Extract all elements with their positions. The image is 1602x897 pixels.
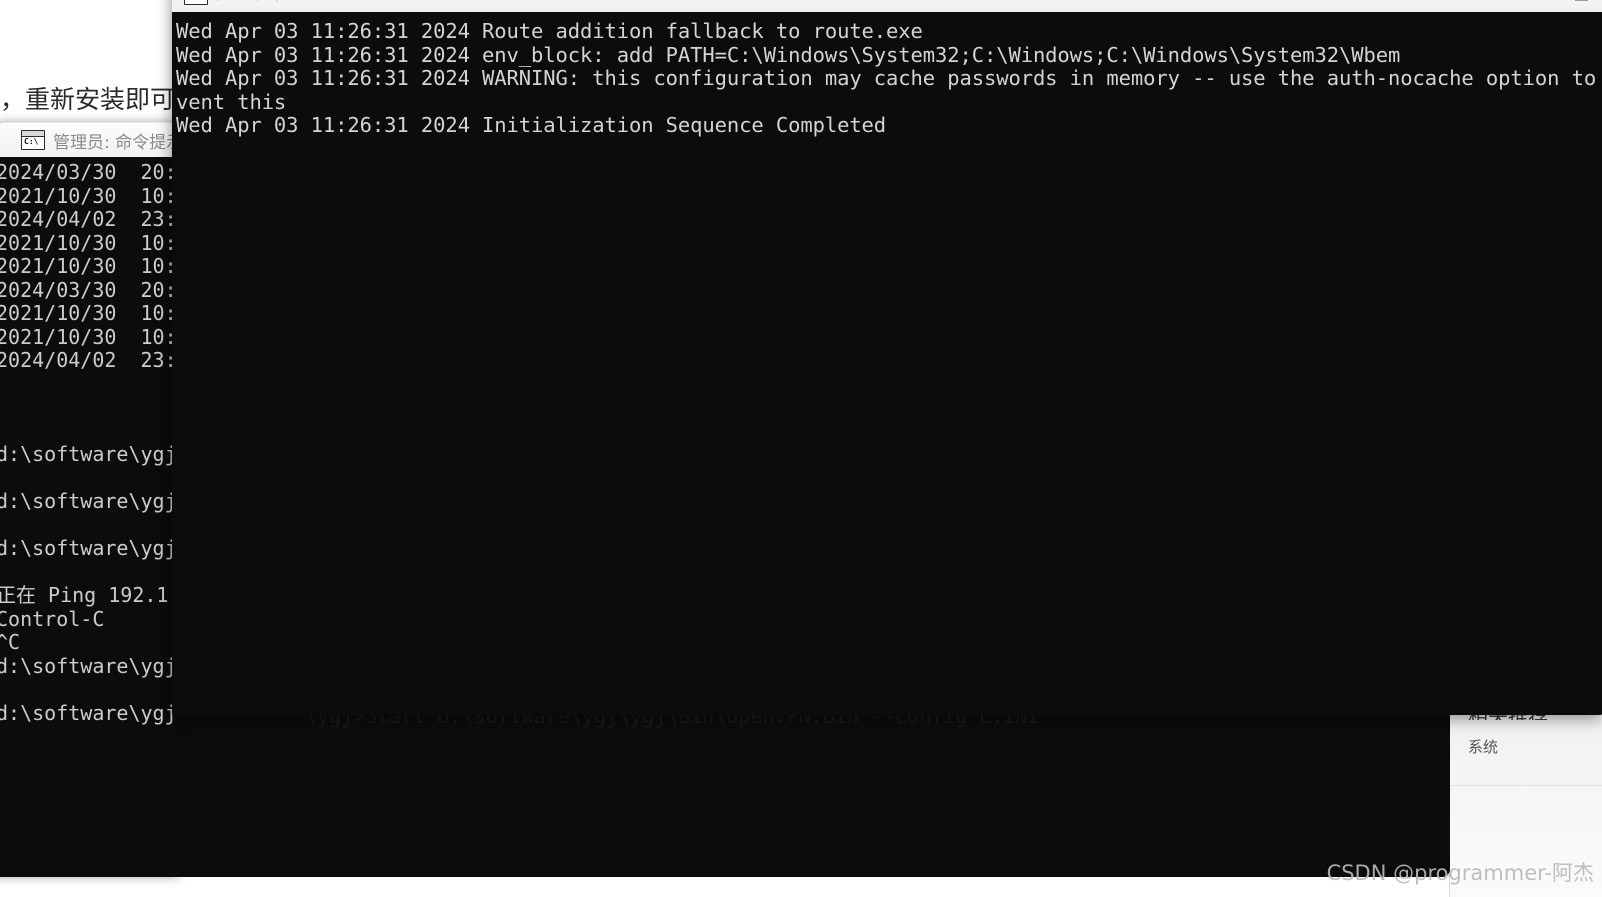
minimize-icon: [1574, 0, 1588, 1]
cmd-icon-glyph: C:\: [187, 0, 201, 1]
admin-terminal-output: 2024/03/30 20: 2021/10/30 10: 2024/04/02 2…: [0, 157, 179, 877]
cmd-icon-glyph: C:\: [24, 137, 39, 146]
cmd-console-icon: C:\: [184, 0, 208, 5]
openvpn-terminal-line: Wed Apr 03 11:26:31 2024 env_block: add …: [176, 42, 1401, 67]
cmd-console-icon: C:\: [21, 130, 45, 150]
admin-terminal-line: 2024/04/02 23:: [0, 348, 177, 372]
admin-cmd-titlebar[interactable]: C:\ 管理员: 命令提示符: [0, 122, 179, 157]
article-text-snippet: ，重新安装即可: [0, 85, 176, 114]
right-panel-subtitle: 系统: [1468, 738, 1499, 756]
admin-terminal-line: ^C: [0, 630, 21, 654]
admin-terminal-line: [0, 396, 179, 420]
admin-terminal-line: 正在 Ping 192.1: [0, 583, 169, 607]
openvpn-terminal-line: vent this: [176, 89, 287, 114]
admin-terminal-line: 2024/04/02 23:: [0, 207, 177, 231]
openvpn-terminal-line: Wed Apr 03 11:26:31 2024 Initialization …: [176, 113, 887, 138]
openvpn-console-window[interactable]: C:\ [CMD] OpenVPN EPAS PHEAP PHOSRPTZLGS…: [172, 0, 1602, 715]
admin-terminal-line: 2024/03/30 20:: [0, 160, 177, 184]
openvpn-terminal-output: Wed Apr 03 11:26:31 2024 Route addition …: [172, 12, 1602, 715]
admin-terminal-line: [0, 467, 179, 491]
openvpn-terminal-line: Wed Apr 03 11:26:31 2024 Route addition …: [176, 19, 923, 43]
admin-terminal-line: 2021/10/30 10:: [0, 301, 177, 325]
admin-terminal-line: Control-C: [0, 606, 105, 631]
openvpn-terminal-line: Wed Apr 03 11:26:31 2024 WARNING: this c…: [176, 66, 1602, 91]
admin-terminal-line: [0, 678, 179, 702]
admin-terminal-line: [0, 561, 179, 585]
admin-terminal-line: [0, 514, 179, 538]
admin-terminal-line: 2021/10/30 10:: [0, 254, 177, 278]
screenshot-root: ，重新安装即可 相关推荐 系统 d:\software\ygj\ygj>star…: [0, 0, 1602, 897]
window-controls: [1566, 0, 1596, 12]
admin-terminal-line: [0, 373, 179, 397]
admin-terminal-line: d:\software\ygj: [0, 700, 177, 725]
right-panel-divider: [1449, 785, 1602, 786]
admin-terminal-line: d:\software\ygj: [0, 489, 177, 513]
admin-terminal-line: [0, 420, 179, 444]
openvpn-window-title: [CMD] OpenVPN EPAS PHEAP PHOSRPTZLGSRZ T…: [216, 0, 598, 3]
admin-terminal-line: 2021/10/30 10:: [0, 324, 177, 349]
admin-terminal-line: 2024/03/30 20:: [0, 277, 177, 302]
admin-terminal-line: 2021/10/30 10:: [0, 183, 177, 208]
admin-cmd-title: 管理员: 命令提示符: [53, 132, 179, 153]
admin-terminal-line: d:\software\ygj: [0, 653, 177, 678]
admin-terminal-line: d:\software\ygj: [0, 442, 177, 466]
admin-terminal-line: 2021/10/30 10:: [0, 230, 177, 255]
openvpn-titlebar[interactable]: C:\ [CMD] OpenVPN EPAS PHEAP PHOSRPTZLGS…: [172, 0, 1602, 12]
minimize-button[interactable]: [1566, 0, 1596, 7]
admin-terminal-line: d:\software\ygj: [0, 536, 177, 560]
admin-command-prompt-window[interactable]: C:\ 管理员: 命令提示符 2024/03/30 20:2021/10/30 …: [0, 122, 179, 877]
